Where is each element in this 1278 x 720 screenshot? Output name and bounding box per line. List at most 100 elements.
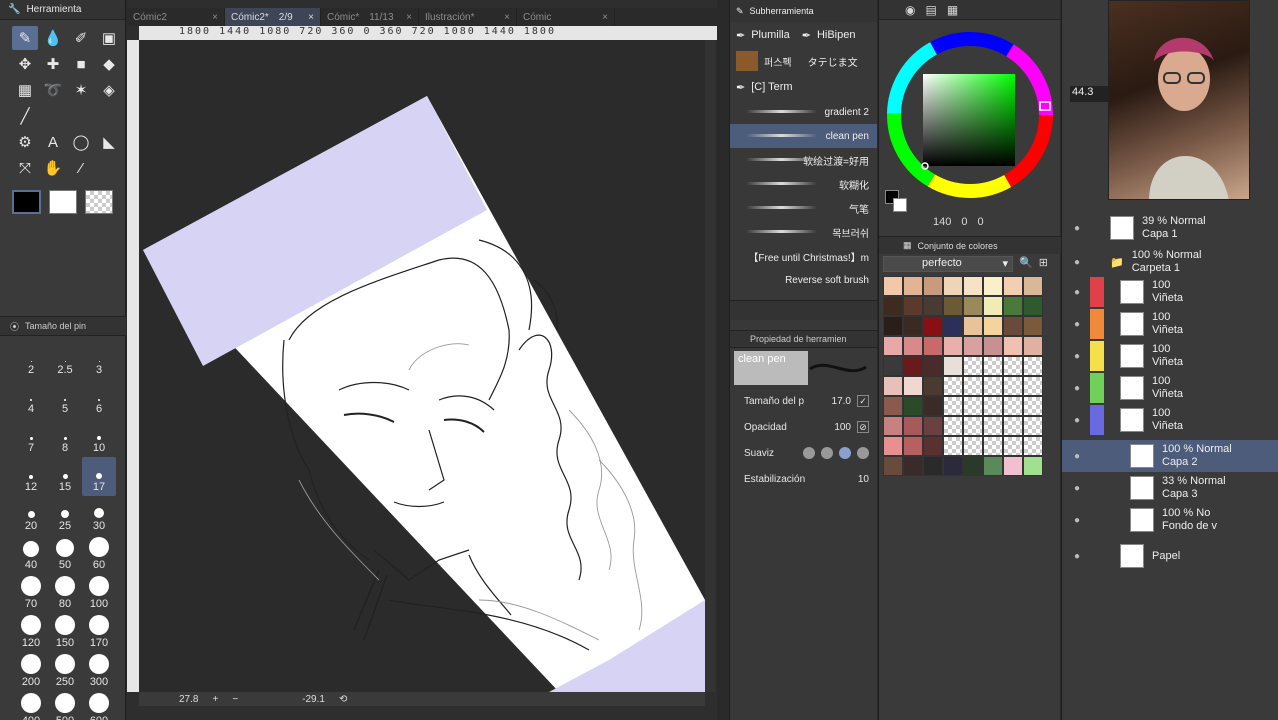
canvas-view[interactable]	[139, 40, 705, 692]
size-value[interactable]: 17.0	[832, 396, 851, 407]
palette-swatch[interactable]	[943, 356, 963, 376]
palette-swatch[interactable]	[1003, 296, 1023, 316]
palette-swatch[interactable]	[903, 436, 923, 456]
brush-item[interactable]: 气笔	[730, 196, 877, 220]
palette-swatch[interactable]	[1023, 396, 1043, 416]
palette-swatch[interactable]	[903, 356, 923, 376]
brush-size-option[interactable]: 30	[82, 496, 116, 535]
eraser-icon[interactable]: ◆	[96, 52, 122, 76]
brush-size-option[interactable]: 8	[48, 418, 82, 457]
palette-swatch[interactable]	[943, 436, 963, 456]
brush-size-option[interactable]: 50	[48, 535, 82, 574]
layer-row[interactable]: ● 100 Viñeta	[1062, 308, 1278, 340]
close-icon[interactable]: ×	[504, 12, 510, 23]
brush-item[interactable]: clean pen	[730, 124, 877, 148]
link-icon[interactable]: ⤧	[12, 156, 38, 180]
eyedropper-icon[interactable]: ⁄	[68, 156, 94, 180]
tab-plumilla[interactable]: Plumilla	[751, 29, 790, 41]
opacity-pressure-icon[interactable]: ⊘	[857, 421, 869, 433]
palette-swatch[interactable]	[943, 276, 963, 296]
palette-swatch[interactable]	[1023, 416, 1043, 436]
palette-swatch[interactable]	[903, 456, 923, 476]
palette-swatch[interactable]	[1003, 316, 1023, 336]
palette-swatch[interactable]	[883, 416, 903, 436]
palette-swatch[interactable]	[1023, 376, 1043, 396]
move-icon[interactable]: ✥	[12, 52, 38, 76]
zoom-out-icon[interactable]: −	[232, 694, 238, 705]
eye-icon[interactable]: ●	[1068, 415, 1086, 426]
layer-row[interactable]: ● 100 Viñeta	[1062, 340, 1278, 372]
group-1[interactable]: 퍼스펙	[764, 54, 792, 69]
palette-swatch[interactable]	[963, 436, 983, 456]
palette-swatch[interactable]	[923, 436, 943, 456]
palette-swatch[interactable]	[1003, 416, 1023, 436]
palette-swatch[interactable]	[963, 456, 983, 476]
palette-swatch[interactable]	[923, 376, 943, 396]
color-wheel-tab-icon[interactable]: ◉	[905, 3, 915, 17]
operation-icon[interactable]: ⚙	[12, 130, 38, 154]
layer-row[interactable]: ● 100 Viñeta	[1062, 404, 1278, 436]
group-term[interactable]: [C] Term	[751, 81, 792, 93]
eye-icon[interactable]: ●	[1068, 451, 1086, 462]
brush-size-option[interactable]: 10	[82, 418, 116, 457]
palette-swatch[interactable]	[963, 336, 983, 356]
size-pressure-icon[interactable]: ✓	[857, 395, 869, 407]
palette-swatch[interactable]	[943, 316, 963, 336]
color-set-header[interactable]: ▦ Conjunto de colores	[879, 236, 1061, 254]
palette-swatch[interactable]	[903, 336, 923, 356]
layer-zoom-value[interactable]: 44.3	[1070, 86, 1110, 102]
tool-panel-tab[interactable]: 🔧 Herramienta	[0, 0, 125, 20]
magic-wand-icon[interactable]: ✶	[68, 78, 94, 102]
color-slider-tab-icon[interactable]: ▤	[925, 3, 936, 17]
blend-icon[interactable]: 💧	[40, 26, 66, 50]
image-icon[interactable]: ▣	[96, 26, 122, 50]
palette-swatch[interactable]	[943, 456, 963, 476]
palette-swatch[interactable]	[983, 336, 1003, 356]
brush-size-header[interactable]: ⦿ Tamaño del pin	[0, 316, 126, 336]
brush-item[interactable]: 软绘过渡=好用	[730, 148, 877, 172]
document-tab[interactable]: Cómic2* 2/9 ×	[225, 8, 321, 26]
brush-size-option[interactable]: 300	[82, 652, 116, 691]
brush-size-option[interactable]: 40	[14, 535, 48, 574]
palette-swatch[interactable]	[903, 396, 923, 416]
eye-icon[interactable]: ●	[1068, 319, 1086, 330]
search-icon[interactable]: 🔍	[1019, 256, 1033, 269]
brush-item[interactable]: 목브러쉬	[730, 220, 877, 244]
ruler-icon[interactable]: ◣	[96, 130, 122, 154]
add-color-icon[interactable]: ⊞	[1039, 256, 1048, 269]
brush-size-option[interactable]: 120	[14, 613, 48, 652]
eye-icon[interactable]: ●	[1068, 515, 1086, 526]
palette-swatch[interactable]	[1023, 356, 1043, 376]
brush-size-option[interactable]: 15	[48, 457, 82, 496]
palette-swatch[interactable]	[923, 396, 943, 416]
palette-swatch[interactable]	[923, 296, 943, 316]
palette-swatch[interactable]	[983, 376, 1003, 396]
brush-size-option[interactable]: 80	[48, 574, 82, 613]
blank-icon[interactable]	[68, 104, 94, 128]
brush-size-option[interactable]: 250	[48, 652, 82, 691]
hand-icon[interactable]: ✋	[40, 156, 66, 180]
fill-icon[interactable]: ◈	[96, 78, 122, 102]
palette-swatch[interactable]	[943, 296, 963, 316]
palette-swatch[interactable]	[883, 296, 903, 316]
layer-row[interactable]: ● Papel	[1062, 540, 1278, 572]
brush-size-option[interactable]: 20	[14, 496, 48, 535]
brush-size-option[interactable]: 200	[14, 652, 48, 691]
palette-swatch[interactable]	[963, 296, 983, 316]
palette-swatch[interactable]	[923, 416, 943, 436]
palette-swatch[interactable]	[983, 316, 1003, 336]
eye-icon[interactable]: ●	[1068, 483, 1086, 494]
angle-readout[interactable]: -29.1	[302, 694, 325, 705]
eye-icon[interactable]: ●	[1068, 223, 1086, 234]
palette-swatch[interactable]	[1023, 436, 1043, 456]
brush-item[interactable]: Reverse soft brush	[730, 268, 877, 292]
layer-row[interactable]: ● 📁 100 % Normal Carpeta 1	[1062, 246, 1278, 278]
palette-swatch[interactable]	[983, 356, 1003, 376]
canvas-drawing[interactable]	[139, 40, 705, 692]
palette-swatch[interactable]	[903, 296, 923, 316]
brush-size-option[interactable]: 12	[14, 457, 48, 496]
sub-color-swatch[interactable]	[48, 190, 77, 214]
close-icon[interactable]: ×	[212, 12, 218, 23]
palette-swatch[interactable]	[1003, 356, 1023, 376]
palette-swatch[interactable]	[963, 356, 983, 376]
